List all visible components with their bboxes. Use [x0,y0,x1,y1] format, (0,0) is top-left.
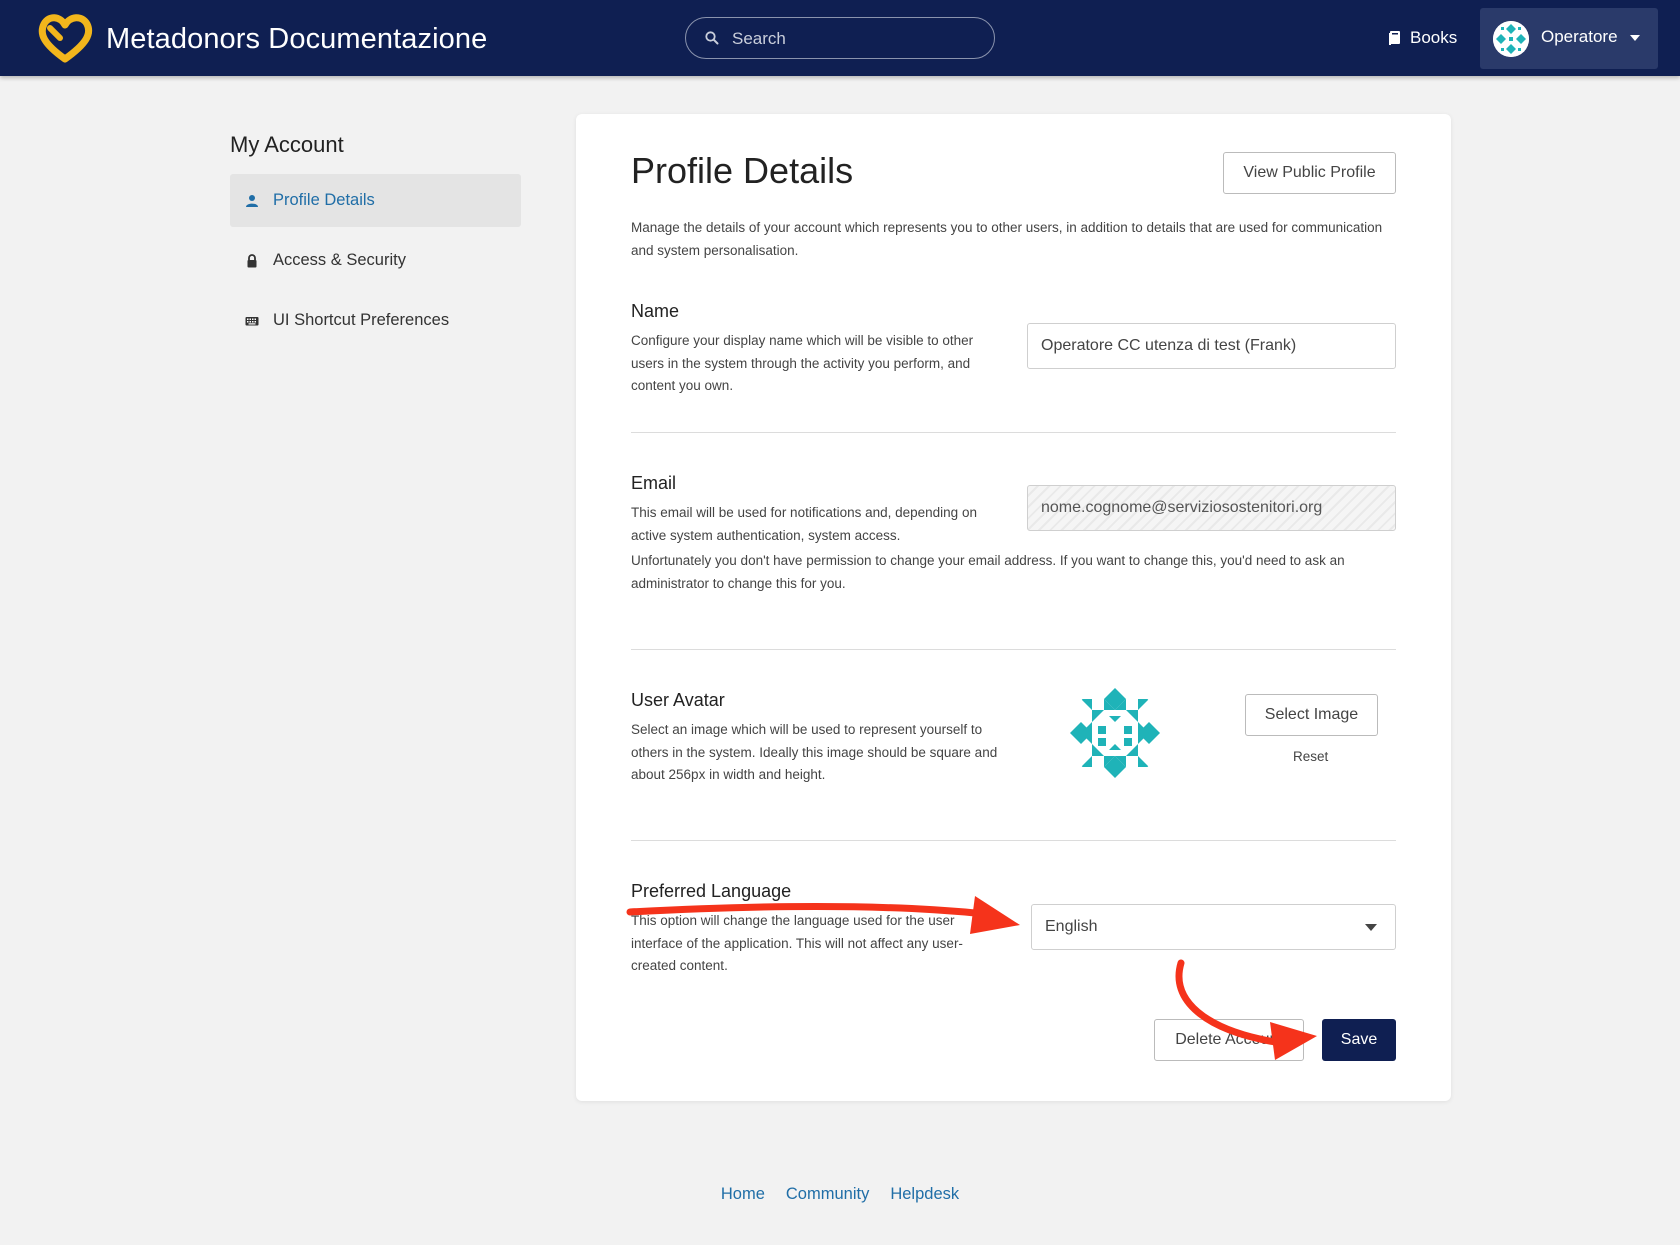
caret-down-icon [1630,35,1640,41]
page-title: Profile Details [631,150,854,191]
name-section-label: Name [631,301,680,321]
user-name: Operatore [1541,27,1618,46]
lock-icon [247,253,257,267]
display-name-input[interactable]: Operatore CC utenza di test (Frank) [1027,323,1396,369]
search-icon [705,31,719,45]
language-section-label: Preferred Language [631,881,792,901]
footer-link-helpdesk[interactable]: Helpdesk [890,1185,959,1204]
books-link[interactable]: Books [1388,26,1457,50]
user-avatar [1493,21,1529,57]
person-icon [246,194,258,207]
reset-avatar-link[interactable]: Reset [1293,749,1328,764]
books-label: Books [1410,28,1458,47]
sidebar-item-label: UI Shortcut Preferences [273,311,450,329]
language-description: This option will change the language use… [631,913,963,973]
user-menu-button[interactable]: Operatore [1480,8,1658,69]
name-description: Configure your display name which will b… [631,333,974,393]
email-field: nome.cognome@serviziosostenitori.org [1027,485,1396,531]
delete-account-button[interactable]: Delete Account [1154,1019,1304,1061]
save-button[interactable]: Save [1322,1019,1396,1061]
profile-intro-text: Manage the details of your account which… [631,220,1383,258]
footer-link-community[interactable]: Community [786,1185,869,1204]
avatar-pattern-icon [1493,21,1529,57]
avatar-description: Select an image which will be used to re… [631,722,998,782]
footer-links: Home Community Helpdesk [0,1185,1680,1204]
app-title[interactable]: Metadonors Documentazione [106,20,487,58]
sidebar-item-access-security[interactable]: Access & Security [230,234,521,287]
section-divider [631,649,1396,650]
language-select[interactable]: English [1031,904,1396,950]
avatar-section-label: User Avatar [631,690,725,710]
sidebar-item-profile-details[interactable]: Profile Details [230,174,521,227]
keyboard-icon [245,316,259,325]
footer-link-home[interactable]: Home [721,1185,765,1204]
caret-down-icon [1365,924,1377,931]
email-section-label: Email [631,473,677,493]
sidebar-item-ui-shortcut-preferences[interactable]: UI Shortcut Preferences [230,294,521,347]
view-public-profile-button[interactable]: View Public Profile [1223,152,1396,194]
section-divider [631,840,1396,841]
section-divider [631,432,1396,433]
email-permission-note: Unfortunately you don't have permission … [631,553,1345,591]
sidebar-title: My Account [230,132,344,157]
sidebar-item-label: Access & Security [273,251,406,269]
language-selected-value: English [1045,918,1098,935]
search-placeholder: Search [732,29,786,48]
email-description: This email will be used for notification… [631,505,977,543]
book-icon [1389,31,1400,45]
select-image-button[interactable]: Select Image [1245,694,1378,736]
logo-heart-icon[interactable] [36,12,94,64]
user-avatar-image [1068,686,1162,780]
sidebar-item-label: Profile Details [273,191,375,209]
top-header: Metadonors Documentazione Search Books O… [0,0,1680,76]
search-input[interactable]: Search [685,17,995,59]
